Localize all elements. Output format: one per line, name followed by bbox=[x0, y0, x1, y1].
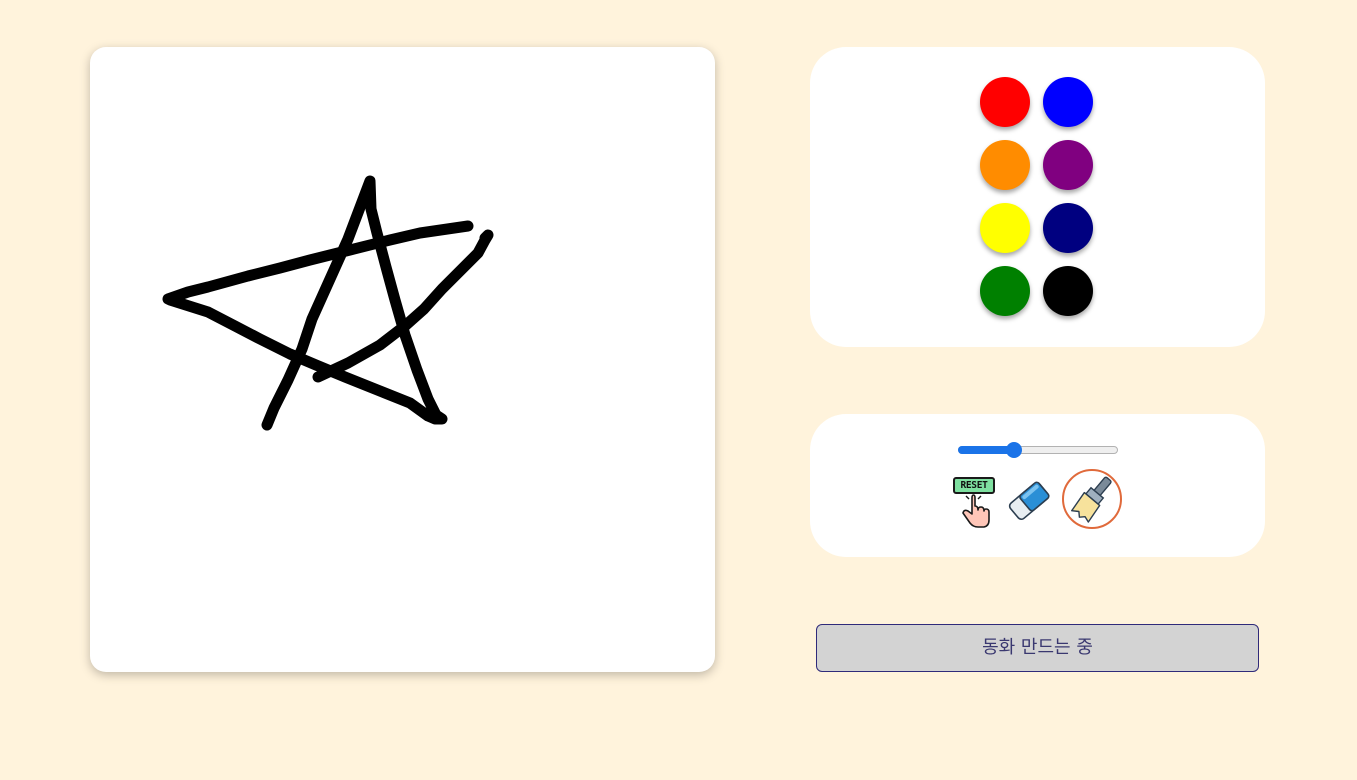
tools-panel: RESET bbox=[810, 414, 1265, 557]
story-generating-button[interactable]: 동화 만드는 중 bbox=[816, 624, 1259, 672]
color-swatch-purple[interactable] bbox=[1043, 140, 1093, 190]
slider-thumb[interactable] bbox=[1006, 442, 1022, 458]
reset-hand-icon bbox=[962, 494, 990, 528]
color-palette-panel bbox=[810, 47, 1265, 347]
eraser-icon bbox=[1008, 481, 1050, 521]
color-swatch-grid bbox=[980, 77, 1093, 316]
color-swatch-green[interactable] bbox=[980, 266, 1030, 316]
color-swatch-blue[interactable] bbox=[1043, 77, 1093, 127]
brush-size-slider[interactable] bbox=[958, 442, 1118, 458]
color-swatch-orange[interactable] bbox=[980, 140, 1030, 190]
drawing-canvas[interactable] bbox=[90, 47, 715, 672]
drawing-surface[interactable] bbox=[90, 47, 715, 672]
color-swatch-red[interactable] bbox=[980, 77, 1030, 127]
paint-brush-button[interactable] bbox=[1062, 469, 1122, 529]
color-swatch-black[interactable] bbox=[1043, 266, 1093, 316]
paint-brush-icon bbox=[1071, 476, 1112, 523]
reset-button[interactable]: RESET bbox=[950, 474, 1000, 528]
color-swatch-yellow[interactable] bbox=[980, 203, 1030, 253]
eraser-button[interactable] bbox=[1002, 474, 1056, 528]
color-swatch-navy[interactable] bbox=[1043, 203, 1093, 253]
